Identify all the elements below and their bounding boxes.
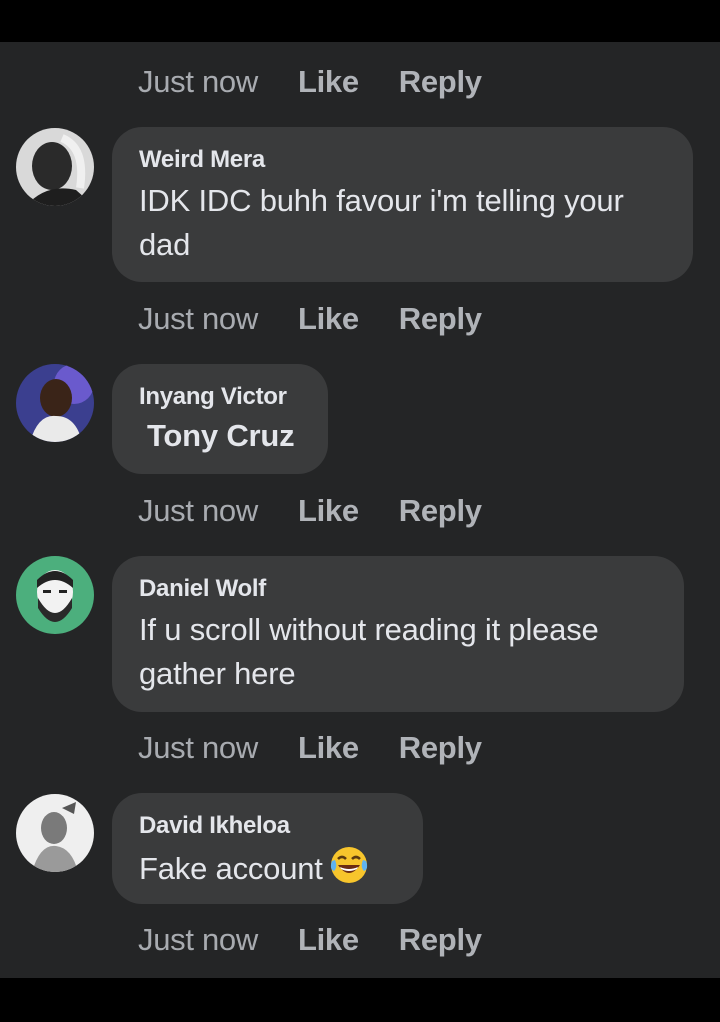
comment-text: Tony Cruz bbox=[147, 418, 295, 453]
like-button[interactable]: Like bbox=[298, 922, 359, 958]
comment-timestamp: Just now bbox=[138, 64, 258, 99]
comments-feed: Just now Like Reply Weird Mera IDK IDC b… bbox=[0, 42, 720, 978]
comment-timestamp: Just now bbox=[138, 922, 258, 957]
reply-button[interactable]: Reply bbox=[399, 64, 482, 100]
comment-text: IDK IDC buhh favour i'm telling your dad bbox=[139, 183, 624, 262]
like-button[interactable]: Like bbox=[298, 64, 359, 100]
comment-author[interactable]: Weird Mera bbox=[139, 145, 667, 175]
navigation-bar bbox=[0, 978, 720, 1022]
comment-bubble: Daniel Wolf If u scroll without reading … bbox=[112, 556, 684, 712]
comment-author[interactable]: Inyang Victor bbox=[139, 382, 302, 412]
avatar[interactable] bbox=[16, 556, 94, 634]
comment-actions: Just now Like Reply bbox=[138, 57, 482, 107]
like-button[interactable]: Like bbox=[298, 301, 359, 337]
like-button[interactable]: Like bbox=[298, 493, 359, 529]
comment-actions: Just now Like Reply bbox=[138, 294, 482, 344]
comment-author[interactable]: Daniel Wolf bbox=[139, 574, 658, 604]
comment-timestamp: Just now bbox=[138, 730, 258, 765]
comment-text: If u scroll without reading it please ga… bbox=[139, 612, 599, 691]
like-button[interactable]: Like bbox=[298, 730, 359, 766]
reply-button[interactable]: Reply bbox=[399, 922, 482, 958]
comment-timestamp: Just now bbox=[138, 493, 258, 528]
comment-bubble: Weird Mera IDK IDC buhh favour i'm telli… bbox=[112, 127, 693, 282]
comment-text-content: Fake account bbox=[139, 851, 323, 886]
reply-button[interactable]: Reply bbox=[399, 493, 482, 529]
avatar[interactable] bbox=[16, 128, 94, 206]
comment-bubble: Inyang Victor Tony Cruz bbox=[112, 364, 328, 474]
tears-of-joy-emoji bbox=[329, 845, 369, 897]
status-bar bbox=[0, 0, 720, 42]
comment-actions: Just now Like Reply bbox=[138, 915, 482, 965]
reply-button[interactable]: Reply bbox=[399, 301, 482, 337]
comment-author[interactable]: David Ikheloa bbox=[139, 811, 397, 841]
avatar[interactable] bbox=[16, 364, 94, 442]
comment-bubble: David Ikheloa Fake account bbox=[112, 793, 423, 904]
comment-actions: Just now Like Reply bbox=[138, 723, 482, 773]
reply-button[interactable]: Reply bbox=[399, 730, 482, 766]
comment-timestamp: Just now bbox=[138, 301, 258, 336]
comment-text: Fake account bbox=[139, 845, 397, 897]
avatar[interactable] bbox=[16, 794, 94, 872]
comment-actions: Just now Like Reply bbox=[138, 486, 482, 536]
